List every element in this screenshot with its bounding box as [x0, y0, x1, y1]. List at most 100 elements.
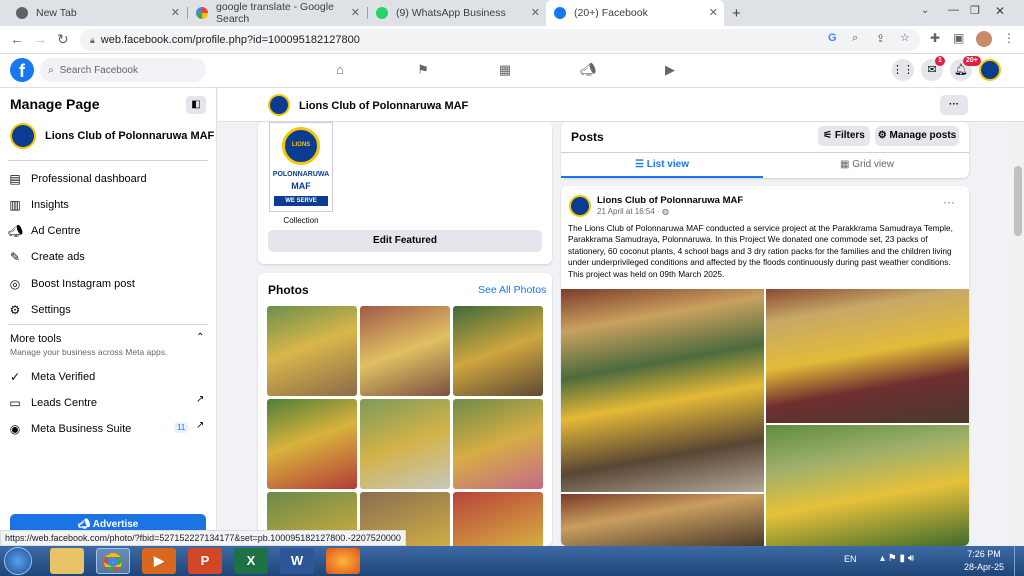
whatsapp-icon — [376, 7, 388, 19]
photo-thumb[interactable] — [267, 399, 357, 489]
minimize-icon[interactable]: — — [948, 4, 959, 16]
external-link-icon[interactable]: ↗ — [196, 394, 204, 405]
reload-icon[interactable]: ↻ — [57, 31, 69, 48]
sidebar-item-meta-business-suite[interactable]: ◉ Meta Business Suite — [8, 422, 132, 436]
advertise-label: Advertise — [92, 519, 139, 530]
dashboard-icon[interactable]: ▦ — [497, 62, 513, 78]
post-date[interactable]: 21 April at 16:54 · ◍ — [597, 207, 669, 216]
zoom-icon[interactable]: ⌕ — [852, 32, 858, 45]
sidebar-item-ad-centre[interactable]: 📣︎ Ad Centre — [8, 224, 81, 238]
filters-button[interactable]: ⚟ Filters — [818, 126, 870, 146]
sidebar-item-leads-centre[interactable]: ▭ Leads Centre — [8, 396, 97, 410]
photo-thumb[interactable] — [360, 306, 450, 396]
photo-thumb[interactable] — [360, 399, 450, 489]
sidebar-item-label: Professional dashboard — [31, 173, 147, 185]
close-icon[interactable]: ✕ — [531, 6, 540, 19]
page-header-name: Lions Club of Polonnaruwa MAF — [299, 100, 469, 112]
close-window-icon[interactable]: ✕ — [995, 4, 1005, 18]
tab-title: New Tab — [36, 7, 77, 19]
post-options-icon[interactable]: ··· — [943, 195, 955, 209]
word-icon[interactable]: W — [280, 548, 314, 574]
post-photo[interactable] — [766, 289, 969, 423]
gear-icon: ⚙ — [9, 303, 21, 317]
photo-thumb[interactable] — [453, 306, 543, 396]
edit-featured-button[interactable]: Edit Featured — [268, 230, 542, 252]
close-icon[interactable]: ✕ — [171, 6, 180, 19]
clock-time[interactable]: 7:26 PM — [960, 549, 1008, 559]
manage-page-sidebar: Manage Page ◧ Lions Club of Polonnaruwa … — [0, 88, 217, 546]
close-icon[interactable]: ✕ — [709, 6, 718, 19]
page-scrollbar[interactable] — [1012, 122, 1024, 546]
flag-icon[interactable]: ⚑ — [415, 62, 431, 78]
post-photo-main[interactable] — [561, 289, 764, 492]
close-icon[interactable]: ✕ — [351, 6, 360, 19]
clock-date[interactable]: 28-Apr-25 — [956, 562, 1012, 572]
megaphone-icon: 📣︎ — [8, 224, 24, 238]
more-options-button[interactable]: ··· — [940, 95, 968, 115]
tab-list-view[interactable]: ☰ List view — [561, 153, 763, 178]
photo-thumb[interactable] — [267, 306, 357, 396]
photo-thumb[interactable] — [453, 492, 543, 546]
sidebar-item-boost-instagram[interactable]: ◎ Boost Instagram post — [8, 277, 135, 291]
video-icon[interactable]: ▶ — [662, 62, 678, 78]
home-icon[interactable]: ⌂ — [332, 62, 348, 78]
chrome-taskbar-icon[interactable] — [96, 548, 130, 574]
more-tools-title: More tools — [10, 333, 62, 345]
tab-whatsapp[interactable]: (9) WhatsApp Business ✕ — [368, 0, 546, 26]
sidebar-item-label: Create ads — [31, 251, 85, 263]
url-field[interactable]: 🔒︎ web.facebook.com/profile.php?id=10009… — [80, 29, 920, 51]
bookmark-star-icon[interactable]: ☆ — [900, 31, 910, 44]
search-input[interactable]: ⌕ Search Facebook — [40, 58, 206, 82]
sidebar-item-meta-verified[interactable]: ✓ Meta Verified — [8, 370, 95, 384]
side-panel-icon[interactable]: ▣ — [953, 31, 964, 45]
tab-google-translate[interactable]: google translate - Google Search ✕ — [188, 0, 366, 26]
megaphone-icon[interactable]: 📣︎ — [580, 62, 597, 78]
powerpoint-icon[interactable]: P — [188, 548, 222, 574]
sidebar-item-professional-dashboard[interactable]: ▤ Professional dashboard — [8, 172, 147, 186]
page-avatar[interactable] — [979, 59, 1001, 81]
tab-new-tab[interactable]: New Tab ✕ — [8, 0, 186, 26]
page-header: Lions Club of Polonnaruwa MAF ··· — [218, 88, 1024, 122]
system-tray-icons[interactable]: ▴ ⚑ ▮ 🔊︎ — [880, 553, 914, 564]
chevron-up-icon[interactable]: ⌃ — [196, 332, 204, 343]
menu-dots-icon[interactable]: ⋮ — [1003, 31, 1015, 45]
post-photo[interactable] — [766, 425, 969, 546]
extensions-icon[interactable]: ✚ — [930, 31, 940, 45]
forward-arrow-icon[interactable]: → — [33, 31, 47, 47]
tab-grid-view[interactable]: ▦ Grid view — [765, 153, 969, 178]
facebook-logo[interactable]: f — [10, 58, 34, 82]
post-author-avatar[interactable] — [569, 195, 591, 217]
restore-icon[interactable]: ❐ — [970, 4, 980, 17]
sidebar-item-settings[interactable]: ⚙ Settings — [8, 303, 71, 317]
dashboard-icon: ▤ — [9, 172, 21, 186]
language-indicator[interactable]: EN — [844, 554, 857, 564]
sidebar-item-create-ads[interactable]: ✎ Create ads — [8, 250, 85, 264]
sidebar-item-insights[interactable]: ▥ Insights — [8, 198, 69, 212]
collapse-panel-icon[interactable]: ◧ — [186, 96, 206, 114]
back-arrow-icon[interactable]: ← — [10, 31, 24, 47]
firefox-icon[interactable] — [326, 548, 360, 574]
start-button-icon[interactable] — [4, 547, 32, 575]
profile-avatar[interactable] — [976, 31, 992, 47]
file-explorer-icon[interactable] — [50, 548, 84, 574]
post-author-name[interactable]: Lions Club of Polonnaruwa MAF — [597, 195, 743, 206]
post-date-text: 21 April at 16:54 · — [597, 207, 660, 216]
post-photo[interactable] — [561, 494, 764, 546]
page-logo — [10, 123, 36, 149]
excel-icon[interactable]: X — [234, 548, 268, 574]
featured-collection-thumb[interactable]: LIONS POLONNARUWA MAF WE SERVE — [269, 122, 333, 212]
external-link-icon[interactable]: ↗ — [196, 420, 204, 431]
menu-grid-icon[interactable]: ⋮⋮ — [892, 59, 914, 81]
google-lens-icon[interactable]: G — [828, 32, 837, 44]
share-icon[interactable]: ⇪ — [876, 32, 885, 45]
see-all-photos-link[interactable]: See All Photos — [478, 284, 546, 296]
new-tab-plus-icon[interactable]: + — [732, 5, 741, 22]
tab-search-chevron-icon[interactable]: ⌄ — [921, 5, 929, 16]
tab-facebook[interactable]: (20+) Facebook ✕ — [546, 0, 724, 26]
media-player-icon[interactable]: ▶ — [142, 548, 176, 574]
show-desktop-button[interactable] — [1014, 546, 1024, 576]
scrollbar-thumb[interactable] — [1014, 166, 1022, 236]
manage-posts-button[interactable]: ⚙ Manage posts — [875, 126, 959, 146]
photo-thumb[interactable] — [453, 399, 543, 489]
page-switcher[interactable]: Lions Club of Polonnaruwa MAF — [10, 123, 214, 149]
